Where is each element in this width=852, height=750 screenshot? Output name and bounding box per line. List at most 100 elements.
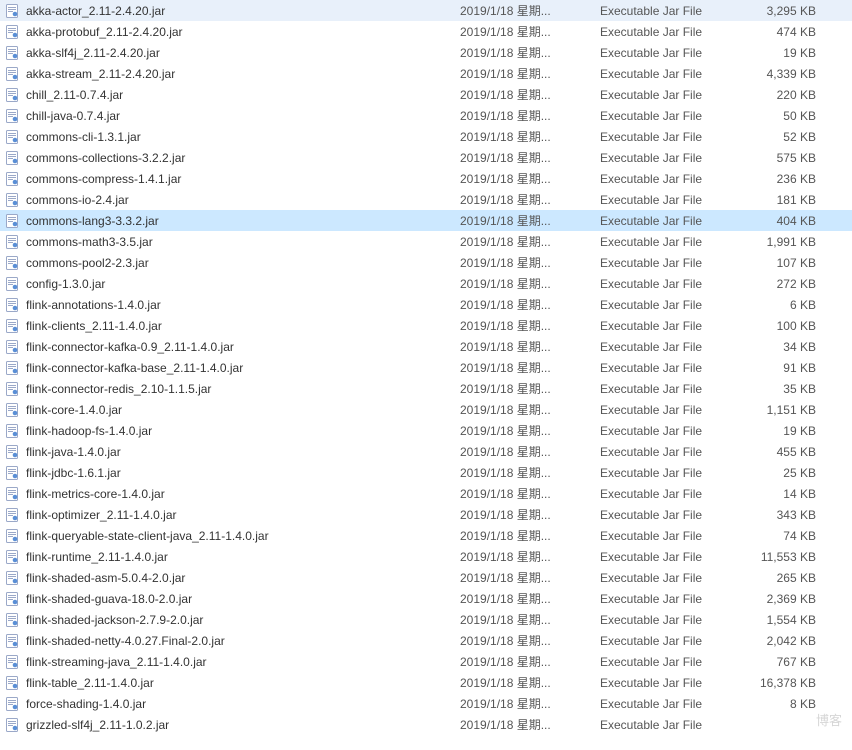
file-type: Executable Jar File xyxy=(600,130,740,144)
file-name: commons-cli-1.3.1.jar xyxy=(26,130,141,144)
file-name: flink-connector-kafka-0.9_2.11-1.4.0.jar xyxy=(26,340,234,354)
file-size: 474 KB xyxy=(740,25,830,39)
file-name-cell: flink-shaded-netty-4.0.27.Final-2.0.jar xyxy=(4,633,460,649)
file-size: 14 KB xyxy=(740,487,830,501)
file-row[interactable]: flink-java-1.4.0.jar2019/1/18 星期...Execu… xyxy=(0,441,852,462)
file-size: 220 KB xyxy=(740,88,830,102)
file-name-cell: commons-pool2-2.3.jar xyxy=(4,255,460,271)
file-type: Executable Jar File xyxy=(600,676,740,690)
file-row[interactable]: commons-cli-1.3.1.jar 2019/1/18 星期...Exec… xyxy=(0,126,852,147)
file-row[interactable]: flink-metrics-core-1.4.0.jar2019/1/18 星期… xyxy=(0,483,852,504)
file-row[interactable]: flink-shaded-jackson-2.7.9-2.0.jar2019/1… xyxy=(0,609,852,630)
file-row[interactable]: flink-connector-redis_2.10-1.1.5.jar2019… xyxy=(0,378,852,399)
file-row[interactable]: flink-shaded-asm-5.0.4-2.0.jar2019/1/18 … xyxy=(0,567,852,588)
file-name: akka-protobuf_2.11-2.4.20.jar xyxy=(26,25,183,39)
jar-file-icon xyxy=(4,549,20,565)
file-name: flink-table_2.11-1.4.0.jar xyxy=(26,676,154,690)
file-row[interactable]: flink-connector-kafka-0.9_2.11-1.4.0.jar… xyxy=(0,336,852,357)
file-size: 11,553 KB xyxy=(740,550,830,564)
file-type: Executable Jar File xyxy=(600,4,740,18)
file-name-cell: flink-jdbc-1.6.1.jar xyxy=(4,465,460,481)
file-row[interactable]: force-shading-1.4.0.jar2019/1/18 星期...Ex… xyxy=(0,693,852,714)
file-name-cell: flink-hadoop-fs-1.4.0.jar xyxy=(4,423,460,439)
file-name: commons-lang3-3.3.2.jar xyxy=(26,214,159,228)
file-type: Executable Jar File xyxy=(600,235,740,249)
file-row[interactable]: flink-optimizer_2.11-1.4.0.jar 2019/1/18 … xyxy=(0,504,852,525)
file-row[interactable]: flink-hadoop-fs-1.4.0.jar2019/1/18 星期...… xyxy=(0,420,852,441)
file-date: 2019/1/18 星期... xyxy=(460,590,600,607)
file-date: 2019/1/18 星期... xyxy=(460,506,600,523)
file-type: Executable Jar File xyxy=(600,508,740,522)
file-row[interactable]: commons-lang3-3.3.2.jar2019/1/18 星期...Ex… xyxy=(0,210,852,231)
file-date: 2019/1/18 星期... xyxy=(460,716,600,733)
file-row[interactable]: grizzled-slf4j_2.11-1.0.2.jar 2019/1/18 星… xyxy=(0,714,852,735)
file-row[interactable]: akka-actor_2.11-2.4.20.jar2019/1/18 星期..… xyxy=(0,0,852,21)
file-size: 1,151 KB xyxy=(740,403,830,417)
file-size: 2,369 KB xyxy=(740,592,830,606)
jar-file-icon xyxy=(4,612,20,628)
file-date: 2019/1/18 星期... xyxy=(460,254,600,271)
file-list: akka-actor_2.11-2.4.20.jar2019/1/18 星期..… xyxy=(0,0,852,735)
jar-file-icon xyxy=(4,255,20,271)
jar-file-icon xyxy=(4,276,20,292)
jar-file-icon xyxy=(4,24,20,40)
file-size: 34 KB xyxy=(740,340,830,354)
file-type: Executable Jar File xyxy=(600,466,740,480)
file-name-cell: flink-runtime_2.11-1.4.0.jar xyxy=(4,549,460,565)
file-row[interactable]: chill_2.11-0.7.4.jar2019/1/18 星期...Execu… xyxy=(0,84,852,105)
file-type: Executable Jar File xyxy=(600,550,740,564)
file-date: 2019/1/18 星期... xyxy=(460,233,600,250)
file-row[interactable]: flink-runtime_2.11-1.4.0.jar2019/1/18 星期… xyxy=(0,546,852,567)
file-date: 2019/1/18 星期... xyxy=(460,296,600,313)
jar-file-icon xyxy=(4,87,20,103)
file-size: 25 KB xyxy=(740,466,830,480)
file-row[interactable]: flink-annotations-1.4.0.jar2019/1/18 星期.… xyxy=(0,294,852,315)
file-name-cell: commons-math3-3.5.jar xyxy=(4,234,460,250)
file-date: 2019/1/18 星期... xyxy=(460,317,600,334)
file-row[interactable]: commons-math3-3.5.jar 2019/1/18 星期...Exec… xyxy=(0,231,852,252)
file-type: Executable Jar File xyxy=(600,571,740,585)
file-row[interactable]: akka-protobuf_2.11-2.4.20.jar2019/1/18 星… xyxy=(0,21,852,42)
file-name: flink-optimizer_2.11-1.4.0.jar xyxy=(26,508,177,522)
jar-file-icon xyxy=(4,171,20,187)
jar-file-icon xyxy=(4,570,20,586)
file-row[interactable]: flink-shaded-netty-4.0.27.Final-2.0.jar2… xyxy=(0,630,852,651)
file-row[interactable]: flink-table_2.11-1.4.0.jar2019/1/18 星期..… xyxy=(0,672,852,693)
file-size: 91 KB xyxy=(740,361,830,375)
file-row[interactable]: flink-connector-kafka-base_2.11-1.4.0.ja… xyxy=(0,357,852,378)
file-name: flink-connector-redis_2.10-1.1.5.jar xyxy=(26,382,211,396)
file-row[interactable]: flink-jdbc-1.6.1.jar2019/1/18 星期...Execu… xyxy=(0,462,852,483)
file-date: 2019/1/18 星期... xyxy=(460,527,600,544)
file-row[interactable]: config-1.3.0.jar2019/1/18 星期...Executabl… xyxy=(0,273,852,294)
file-row[interactable]: flink-clients_2.11-1.4.0.jar2019/1/18 星期… xyxy=(0,315,852,336)
file-row[interactable]: commons-collections-3.2.2.jar2019/1/18 星… xyxy=(0,147,852,168)
file-date: 2019/1/18 星期... xyxy=(460,149,600,166)
file-row[interactable]: commons-compress-1.4.1.jar2019/1/18 星期..… xyxy=(0,168,852,189)
jar-file-icon xyxy=(4,633,20,649)
file-row[interactable]: akka-stream_2.11-2.4.20.jar2019/1/18 星期.… xyxy=(0,63,852,84)
file-name: grizzled-slf4j_2.11-1.0.2.jar xyxy=(26,718,169,732)
jar-file-icon xyxy=(4,402,20,418)
file-row[interactable]: flink-core-1.4.0.jar2019/1/18 星期...Execu… xyxy=(0,399,852,420)
file-type: Executable Jar File xyxy=(600,613,740,627)
file-row[interactable]: flink-streaming-java_2.11-1.4.0.jar2019/… xyxy=(0,651,852,672)
file-row[interactable]: flink-queryable-state-client-java_2.11-1… xyxy=(0,525,852,546)
file-row[interactable]: akka-slf4j_2.11-2.4.20.jar2019/1/18 星期..… xyxy=(0,42,852,63)
file-row[interactable]: chill-java-0.7.4.jar2019/1/18 星期...Execu… xyxy=(0,105,852,126)
file-type: Executable Jar File xyxy=(600,109,740,123)
file-date: 2019/1/18 星期... xyxy=(460,128,600,145)
jar-file-icon xyxy=(4,465,20,481)
file-size: 575 KB xyxy=(740,151,830,165)
file-size: 4,339 KB xyxy=(740,67,830,81)
file-row[interactable]: flink-shaded-guava-18.0-2.0.jar2019/1/18… xyxy=(0,588,852,609)
file-name-cell: flink-clients_2.11-1.4.0.jar xyxy=(4,318,460,334)
jar-file-icon xyxy=(4,234,20,250)
file-row[interactable]: commons-pool2-2.3.jar2019/1/18 星期...Exec… xyxy=(0,252,852,273)
jar-file-icon xyxy=(4,150,20,166)
file-row[interactable]: commons-io-2.4.jar2019/1/18 星期...Executa… xyxy=(0,189,852,210)
file-name: flink-metrics-core-1.4.0.jar xyxy=(26,487,165,501)
file-name: commons-pool2-2.3.jar xyxy=(26,256,149,270)
file-name: commons-math3-3.5.jar xyxy=(26,235,153,249)
file-name-cell: flink-queryable-state-client-java_2.11-1… xyxy=(4,528,460,544)
file-type: Executable Jar File xyxy=(600,340,740,354)
